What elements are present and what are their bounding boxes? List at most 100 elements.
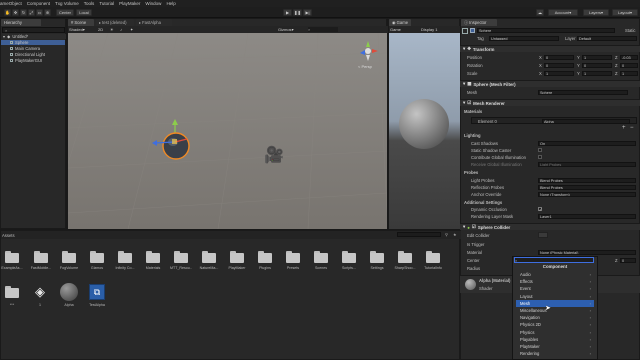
- hierarchy-item-directional-light[interactable]: Directional Light: [10, 52, 45, 57]
- add-material-button[interactable]: +: [622, 125, 626, 131]
- gizmos-dropdown[interactable]: Gizmos▾: [278, 27, 304, 32]
- rotation-z-field[interactable]: 0: [620, 63, 638, 68]
- center-z-field[interactable]: 0: [620, 258, 636, 263]
- collider-material-field[interactable]: None (Physic Material): [538, 250, 636, 255]
- static-shadow-checkbox[interactable]: [538, 148, 542, 152]
- component-category-mesh[interactable]: Mesh ›: [516, 299, 594, 307]
- probes-foldout[interactable]: Probes: [464, 170, 478, 175]
- rendering-layer-dropdown[interactable]: Layer1: [538, 214, 636, 219]
- checkbox-checked-icon[interactable]: ☑: [472, 224, 476, 230]
- mesh-renderer-header[interactable]: ▾ ☑ Mesh Renderer: [460, 99, 640, 106]
- menu-help[interactable]: Help: [166, 1, 175, 6]
- scene-search-input[interactable]: ⌕: [308, 27, 338, 32]
- tag-dropdown[interactable]: Untagged: [489, 36, 559, 41]
- edit-collider-button[interactable]: [538, 232, 548, 238]
- cast-shadows-dropdown[interactable]: On: [538, 141, 636, 146]
- menu-tutorial[interactable]: Tutorial: [99, 1, 114, 6]
- position-x-field[interactable]: 0: [544, 55, 574, 60]
- cloud-button[interactable]: ☁: [536, 9, 544, 16]
- hierarchy-item-sphere[interactable]: Sphere: [1, 40, 65, 45]
- element-0-field[interactable]: Alpha: [542, 119, 630, 124]
- component-search-input[interactable]: ⌕: [514, 257, 594, 263]
- tab-hierarchy[interactable]: Hierarchy: [1, 19, 41, 26]
- sphere-object[interactable]: [152, 117, 202, 167]
- component-category-playmaker[interactable]: PlayMaker ›: [516, 343, 594, 350]
- folder-icon[interactable]: [5, 286, 19, 298]
- hierarchy-search[interactable]: ⌕: [2, 27, 65, 33]
- component-category-layout[interactable]: Layout ›: [516, 293, 594, 300]
- component-category-audio[interactable]: Audio ›: [516, 271, 594, 278]
- folder-icon[interactable]: [118, 251, 132, 263]
- scale-tool-button[interactable]: ⤢: [28, 9, 35, 16]
- hierarchy-item-playmakergui[interactable]: PlayMakerGUI: [10, 58, 42, 63]
- scale-y-field[interactable]: 1: [582, 71, 612, 76]
- filter-icon[interactable]: ⚲: [445, 232, 448, 237]
- folder-icon[interactable]: [314, 251, 328, 263]
- material-sphere-icon[interactable]: [60, 283, 78, 301]
- folder-icon[interactable]: [34, 251, 48, 263]
- reflection-probes-dropdown[interactable]: Blend Probes: [538, 185, 636, 190]
- rotation-y-field[interactable]: 0: [582, 63, 612, 68]
- contribute-gi-checkbox[interactable]: [538, 155, 542, 159]
- breadcrumb-assets[interactable]: Assets: [2, 233, 15, 238]
- folder-icon[interactable]: [90, 251, 104, 263]
- scale-z-field[interactable]: 1: [620, 71, 638, 76]
- folder-icon[interactable]: [230, 251, 244, 263]
- lighting-toggle[interactable]: ☀: [110, 27, 118, 32]
- folder-icon[interactable]: [202, 251, 216, 263]
- component-category-rendering[interactable]: Rendering ›: [516, 350, 594, 357]
- layers-dropdown[interactable]: Layers ▾: [583, 9, 609, 16]
- component-category-effects[interactable]: Effects ›: [516, 278, 594, 285]
- prefab-icon[interactable]: ⧉: [89, 284, 105, 300]
- folder-icon[interactable]: [286, 251, 300, 263]
- lighting-foldout[interactable]: Lighting: [464, 133, 481, 138]
- tab-game[interactable]: ◉ Game: [389, 19, 411, 26]
- step-button[interactable]: ▶|: [303, 9, 312, 16]
- star-icon[interactable]: ★: [453, 232, 457, 237]
- object-name-field[interactable]: Sphere: [477, 28, 615, 33]
- layout-dropdown[interactable]: Layout ▾: [612, 9, 638, 16]
- menu-tools[interactable]: Tools: [84, 1, 95, 6]
- rect-tool-button[interactable]: ▭: [36, 9, 43, 16]
- component-category-miscellaneous[interactable]: Miscellaneous ›: [516, 307, 594, 314]
- game-mode-dropdown[interactable]: Game: [390, 27, 401, 32]
- rotation-x-field[interactable]: 0: [544, 63, 574, 68]
- folder-icon[interactable]: [258, 251, 272, 263]
- account-dropdown[interactable]: Account ▾: [548, 9, 578, 16]
- pivot-center-toggle[interactable]: Center: [56, 9, 74, 16]
- materials-foldout[interactable]: Materials: [464, 109, 482, 114]
- light-probes-dropdown[interactable]: Blend Probes: [538, 178, 636, 183]
- position-y-field[interactable]: 1: [582, 55, 612, 60]
- folder-icon[interactable]: [398, 251, 412, 263]
- anchor-override-field[interactable]: None (Transform): [538, 192, 636, 197]
- persp-label[interactable]: < Persp: [358, 64, 372, 69]
- remove-material-button[interactable]: −: [630, 125, 634, 131]
- menu-window[interactable]: Window: [145, 1, 161, 6]
- rotate-tool-button[interactable]: ↻: [20, 9, 27, 16]
- dynamic-occlusion-checkbox[interactable]: ✓: [538, 207, 542, 212]
- mesh-field[interactable]: Sphere: [538, 90, 628, 95]
- project-search-input[interactable]: [397, 232, 441, 237]
- pause-button[interactable]: ❚❚: [293, 9, 302, 16]
- scene-viewport[interactable]: < Persp 🎥: [68, 33, 387, 229]
- folder-icon[interactable]: [426, 251, 440, 263]
- tab-scene[interactable]: # Scene: [68, 19, 94, 26]
- position-z-field[interactable]: -0.03: [620, 55, 638, 60]
- mesh-filter-header[interactable]: ▾ ▦ Sphere (Mesh Filter): [460, 80, 640, 87]
- tab-test-deleted[interactable]: ▸ test (deleted): [96, 19, 134, 26]
- folder-icon[interactable]: [62, 251, 76, 263]
- 2d-toggle[interactable]: 2D: [98, 27, 108, 32]
- transform-tool-button[interactable]: ⊕: [44, 9, 51, 16]
- menu-playmaker[interactable]: PlayMaker: [119, 1, 140, 6]
- folder-icon[interactable]: [174, 251, 188, 263]
- additional-settings-foldout[interactable]: Additional Settings: [464, 200, 502, 205]
- game-viewport[interactable]: [389, 33, 460, 229]
- hierarchy-item-main-camera[interactable]: Main Camera: [10, 46, 40, 51]
- transform-header[interactable]: ▾ ✥ Transform: [460, 45, 640, 52]
- effects-toggle[interactable]: ✦: [130, 27, 138, 32]
- component-category-physics-2d[interactable]: Physics 2D ›: [516, 321, 594, 328]
- tab-fastalpha[interactable]: ▸ FastAlpha: [136, 19, 172, 26]
- component-category-physics[interactable]: Physics ›: [516, 329, 594, 336]
- move-tool-button[interactable]: ✥: [12, 9, 19, 16]
- display-dropdown[interactable]: Display 1: [421, 27, 437, 32]
